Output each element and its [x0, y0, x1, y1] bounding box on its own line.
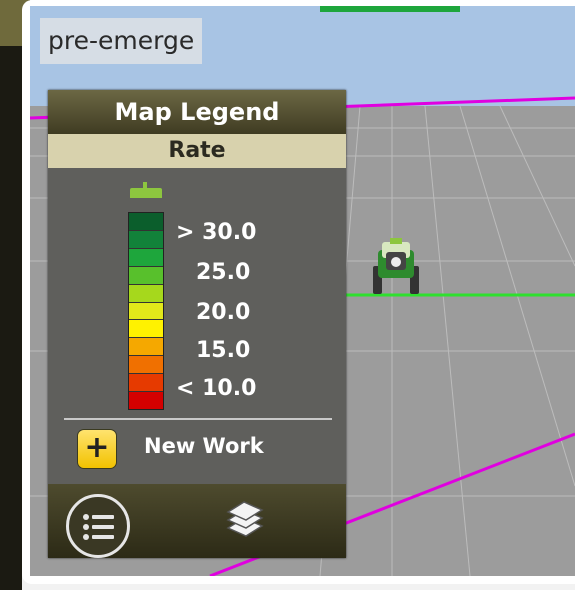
layers-button[interactable] [224, 500, 264, 544]
rate-color-segment [129, 266, 163, 285]
rate-color-segment [129, 284, 163, 303]
map-layer-label: pre-emerge [40, 18, 203, 64]
plus-icon[interactable]: + [78, 430, 116, 468]
list-icon [83, 514, 114, 540]
scale-label: 15.0 [196, 338, 251, 363]
rate-color-segment [129, 356, 163, 375]
display-bezel [0, 0, 22, 590]
legend-subtitle: Rate [48, 134, 346, 168]
layers-icon [226, 501, 264, 537]
rate-color-segment [129, 374, 163, 393]
rate-color-segment [129, 320, 163, 339]
rate-color-segment [129, 248, 163, 267]
rate-color-segment [129, 392, 163, 409]
scale-label-min: < 10.0 [176, 376, 257, 401]
list-view-button[interactable] [66, 494, 130, 558]
legend-footer [48, 484, 346, 558]
legend-title: Map Legend [48, 90, 346, 134]
top-status-strip [320, 6, 460, 12]
rate-color-segment [129, 213, 163, 231]
map-legend-panel: Map Legend Rate > 30.0 25.0 20.0 15.0 < … [48, 90, 346, 558]
display-frame: pre-emerge Map Legend Rate > 30.0 25.0 2… [0, 0, 575, 590]
new-work-label: New Work [144, 434, 264, 458]
screen: pre-emerge Map Legend Rate > 30.0 25.0 2… [22, 0, 575, 584]
rate-color-bar [128, 212, 164, 410]
map-view[interactable]: pre-emerge Map Legend Rate > 30.0 25.0 2… [30, 6, 575, 576]
legend-divider [64, 418, 332, 420]
new-work-row[interactable]: + New Work [78, 428, 318, 472]
scale-label: 20.0 [196, 300, 251, 325]
rate-color-segment [129, 302, 163, 321]
scale-label: 25.0 [196, 260, 251, 285]
scale-label-max: > 30.0 [176, 220, 257, 245]
scale-marker [130, 188, 162, 198]
rate-color-segment [129, 338, 163, 357]
tractor-icon [373, 238, 419, 294]
rate-color-segment [129, 230, 163, 249]
